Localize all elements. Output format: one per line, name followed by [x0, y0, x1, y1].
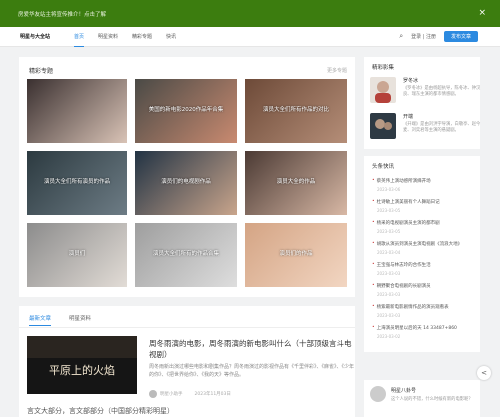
bullet-icon: • — [372, 178, 375, 183]
topic-caption: 演员们的作品 — [279, 251, 313, 257]
news-date: 2023-03-05 — [377, 208, 401, 213]
bullet-icon: • — [372, 325, 375, 330]
topic-caption: 美国的新电影2020作品年合集 — [148, 107, 224, 113]
news-title[interactable]: 朝野聚合电视剧的长剧演员 — [377, 283, 431, 289]
comment-text: 这个人说的不错，什么时候有新的电影呢？ — [391, 397, 473, 402]
news-title[interactable]: 蔡英伟上演动感所演绎开场 — [377, 178, 431, 184]
avatar[interactable] — [370, 386, 386, 402]
news-date: 2023-03-02 — [377, 334, 401, 339]
news-date: 2023-03-03 — [377, 271, 401, 276]
topic-tile[interactable]: 演员大全的作品 — [245, 151, 347, 215]
topic-caption: 演员们的电视剧作品 — [161, 179, 211, 185]
close-icon[interactable]: × — [478, 8, 486, 18]
news-date: 2023-03-03 — [377, 292, 401, 297]
topic-tile[interactable]: 演员们 — [27, 223, 127, 287]
share-icon[interactable]: < — [477, 366, 491, 380]
featured-name: 开端 — [403, 114, 414, 120]
post-article-button[interactable]: 发布文章 — [443, 31, 478, 42]
topic-tile[interactable]: 演员们的作品 — [245, 223, 347, 287]
special-topics-card: 精彩专题 更多专题 美国的新电影2020作品年合集 演员大全们所有作品的对比 演… — [19, 57, 355, 297]
article-title[interactable]: 言文大部分，言文部部分（中国部分精彩明星） — [27, 406, 174, 416]
featured-thumbnail[interactable] — [370, 77, 396, 103]
news-item[interactable]: • 杨紫最新电影剧情作品的演员观看表 2023-03-03 — [372, 304, 474, 318]
news-date: 2023-03-05 — [377, 229, 401, 234]
news-title[interactable]: 杨紫最新电影剧情作品的演员观看表 — [377, 304, 449, 310]
more-topics-link[interactable]: 更多专题 — [327, 67, 347, 74]
article-author[interactable]: 明星小助手 — [160, 391, 183, 397]
topic-caption: 演员大全的作品 — [276, 179, 316, 185]
bullet-icon: • — [372, 262, 375, 267]
news-date: 2023-03-03 — [377, 313, 401, 318]
main-nav: 首页 明星资料 精彩专题 快讯 — [74, 27, 190, 47]
topic-caption: 演员大全们所有作品的对比 — [262, 107, 329, 113]
topic-tile[interactable] — [27, 79, 127, 143]
login-register-link[interactable]: 登录 | 注册 — [411, 33, 436, 40]
tab-star-info[interactable]: 明星资料 — [69, 314, 91, 326]
topic-caption: 演员大全们所有的作品合集 — [152, 251, 219, 257]
featured-item[interactable]: 开端 《开端》是由刘洪宇导演，白敬亭、赵今麦、刘奕君等主演的悬疑剧。 — [370, 113, 488, 139]
article-meta: 明星小助手 2023年11月03日 — [149, 390, 231, 398]
news-item[interactable]: • 胡歌从演员到演员主演电视剧《流浪大地》 2023-03-04 — [372, 241, 474, 255]
nav-item-special[interactable]: 精彩专题 — [132, 27, 152, 47]
nav-item-home[interactable]: 首页 — [74, 27, 85, 47]
nav-item-news[interactable]: 快讯 — [166, 27, 176, 47]
section-title: 头条快讯 — [372, 164, 395, 170]
article-thumbnail[interactable]: 平原上的火焰 — [27, 336, 137, 394]
news-item[interactable]: • 杨采的电视剧演员主演的都市剧 2023-03-05 — [372, 220, 474, 234]
featured-desc: 《开端》是由刘洪宇导演，白敬亭、赵今麦、刘奕君等主演的悬疑剧。 — [403, 122, 481, 133]
article-tabs: 最新文章 明星资料 — [29, 314, 109, 326]
site-header: 明星与大全站 首页 明星资料 精彩专题 快讯 ⌕ 登录 | 注册 发布文章 — [0, 27, 500, 47]
bullet-icon: • — [372, 283, 375, 288]
news-item[interactable]: • 朝野聚合电视剧的长剧演员 2023-03-03 — [372, 283, 474, 297]
featured-thumbnail[interactable] — [370, 113, 396, 139]
article-summary: 周冬雨新出演过哪些电影和剧集作品？周冬雨演过的影视作品有《千里伴彩》、《麻雀》、… — [149, 364, 355, 378]
featured-name: 罗冬冰 — [403, 78, 419, 84]
section-title: 精彩影集 — [372, 65, 395, 71]
featured-card: 精彩影集 罗冬冰 《罗冬冰》是由杨超执导，陈冬冰、钟汉良、瑞东主演的都市情感剧。… — [364, 57, 480, 149]
news-item[interactable]: • 蔡英伟上演动感所演绎开场 2023-03-06 — [372, 178, 474, 192]
articles-card: 最新文章 明星资料 平原上的火焰 周冬雨演的电影，周冬雨演的新电影叫什么（十部顶… — [19, 306, 355, 417]
news-title[interactable]: 杜诗敏上演美丽有个人舞蹈日记 — [377, 199, 440, 205]
topic-tile[interactable]: 演员大全们所有演员的作品 — [27, 151, 127, 215]
news-item[interactable]: • 王宝强与林志玲的合作生活 2023-03-03 — [372, 262, 474, 276]
news-card: 头条快讯 • 蔡英伟上演动感所演绎开场 2023-03-06 • 杜诗敏上演美丽有个人… — [364, 156, 480, 352]
tab-latest[interactable]: 最新文章 — [29, 314, 52, 326]
notice-text[interactable]: 房爱华友站主将宣传推介！点击了解 — [18, 10, 106, 18]
bullet-icon: • — [372, 241, 375, 246]
comment-author[interactable]: 明星八卦号 — [391, 387, 416, 394]
news-date: 2023-03-04 — [377, 250, 401, 255]
topic-tile[interactable]: 演员大全们所有作品的对比 — [245, 79, 347, 143]
news-title[interactable]: 杨采的电视剧演员主演的都市剧 — [377, 220, 440, 226]
news-title[interactable]: 上海演员明星以后的天 14 33487+860 — [377, 325, 457, 331]
bullet-icon: • — [372, 220, 375, 225]
topic-tile[interactable]: 演员大全们所有的作品合集 — [135, 223, 237, 287]
bullet-icon: • — [372, 304, 375, 309]
section-title: 精彩专题 — [29, 68, 54, 75]
topic-caption: 演员们 — [68, 251, 86, 257]
notice-bar: 房爱华友站主将宣传推介！点击了解 × — [0, 0, 500, 27]
nav-item-star-info[interactable]: 明星资料 — [98, 27, 118, 47]
header-actions: ⌕ 登录 | 注册 发布文章 — [399, 31, 478, 42]
bullet-icon: • — [372, 199, 375, 204]
article-title[interactable]: 周冬雨演的电影，周冬雨演的新电影叫什么（十部顶级言斗电视剧） — [149, 338, 354, 360]
topic-tile[interactable]: 演员们的电视剧作品 — [135, 151, 237, 215]
news-item[interactable]: • 上海演员明星以后的天 14 33487+860 2023-03-02 — [372, 325, 474, 339]
search-icon[interactable]: ⌕ — [399, 32, 403, 41]
news-item[interactable]: • 杜诗敏上演美丽有个人舞蹈日记 2023-03-05 — [372, 199, 474, 213]
thumbnail-text: 平原上的火焰 — [49, 363, 115, 377]
featured-item[interactable]: 罗冬冰 《罗冬冰》是由杨超执导，陈冬冰、钟汉良、瑞东主演的都市情感剧。 — [370, 77, 488, 103]
avatar[interactable] — [149, 390, 157, 398]
news-title[interactable]: 胡歌从演员到演员主演电视剧《流浪大地》 — [377, 241, 463, 247]
topic-tile[interactable]: 美国的新电影2020作品年合集 — [135, 79, 237, 143]
site-logo[interactable]: 明星与大全站 — [20, 33, 50, 40]
topic-caption: 演员大全们所有演员的作品 — [43, 179, 110, 185]
divider — [19, 327, 355, 328]
article-date: 2023年11月03日 — [194, 392, 231, 397]
news-title[interactable]: 王宝强与林志玲的合作生活 — [377, 262, 431, 268]
comment-card: 明星八卦号 这个人说的不错，什么时候有新的电影呢？ — [364, 380, 480, 417]
featured-desc: 《罗冬冰》是由杨超执导，陈冬冰、钟汉良、瑞东主演的都市情感剧。 — [403, 86, 481, 97]
topic-grid: 美国的新电影2020作品年合集 演员大全们所有作品的对比 演员大全们所有演员的作… — [27, 79, 347, 287]
news-date: 2023-03-06 — [377, 187, 401, 192]
